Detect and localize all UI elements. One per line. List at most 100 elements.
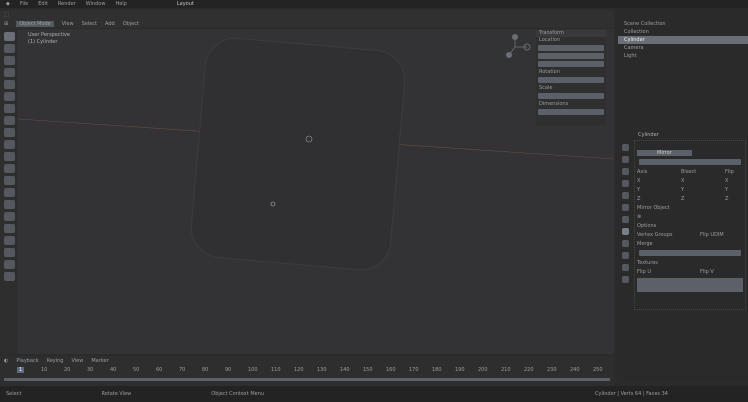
- menu-window[interactable]: Window: [86, 1, 106, 7]
- scene-tab-icon[interactable]: [621, 192, 629, 199]
- merge-checkbox[interactable]: Merge: [637, 241, 653, 247]
- tab-layout[interactable]: Layout: [177, 1, 194, 7]
- knife-tool-icon[interactable]: [3, 188, 15, 197]
- outliner-item[interactable]: Collection: [618, 28, 748, 36]
- rotation-field[interactable]: [538, 77, 604, 83]
- timeline-scrollbar[interactable]: [4, 378, 610, 381]
- menu-render[interactable]: Render: [58, 1, 76, 7]
- menu-keying[interactable]: Keying: [47, 358, 64, 364]
- menu-view[interactable]: View: [62, 21, 74, 27]
- editor-type-icon[interactable]: ⊞: [4, 21, 8, 27]
- data-tab-icon[interactable]: [621, 276, 629, 283]
- blender-logo-icon[interactable]: ◆: [6, 1, 10, 7]
- outliner-item[interactable]: Scene Collection: [618, 20, 748, 28]
- flip-u-checkbox[interactable]: Flip U: [637, 269, 692, 275]
- timeline-tick-label: 90: [225, 367, 232, 373]
- flip-x-toggle[interactable]: X: [725, 178, 728, 184]
- menu-select[interactable]: Select: [82, 21, 97, 27]
- timeline-editor-icon[interactable]: ◐: [4, 358, 8, 364]
- current-frame-indicator[interactable]: 1: [17, 367, 25, 373]
- modifier-name[interactable]: Mirror: [637, 149, 692, 156]
- edge-slide-tool-icon[interactable]: [3, 236, 15, 245]
- poly-build-tool-icon[interactable]: [3, 200, 15, 209]
- flip-z-toggle[interactable]: Z: [725, 196, 728, 202]
- measure-tool-icon[interactable]: [3, 116, 15, 125]
- mirror-modifier-panel: Mirror Axis Bisect Flip X X X Y Y Y Z Z Z Mirror…: [634, 140, 746, 310]
- spin-tool-icon[interactable]: [3, 212, 15, 221]
- smooth-tool-icon[interactable]: [3, 224, 15, 233]
- location-field[interactable]: [538, 45, 604, 51]
- navigation-gizmo[interactable]: [503, 33, 533, 63]
- axis-x-toggle[interactable]: X: [637, 178, 673, 184]
- dimensions-field[interactable]: [538, 109, 604, 115]
- flip-v-checkbox[interactable]: Flip V: [700, 269, 714, 275]
- tool-shelf: [0, 29, 18, 354]
- select-box-icon[interactable]: ⬚: [4, 12, 9, 18]
- menu-object[interactable]: Object: [123, 21, 139, 27]
- flip-y-toggle[interactable]: Y: [725, 187, 728, 193]
- rotate-tool-icon[interactable]: [3, 68, 15, 77]
- object-tab-icon[interactable]: [621, 216, 629, 223]
- menu-marker[interactable]: Marker: [91, 358, 108, 364]
- timeline-tick-label: 230: [547, 367, 557, 373]
- menu-edit[interactable]: Edit: [38, 1, 48, 7]
- rip-tool-icon[interactable]: [3, 272, 15, 281]
- outliner-item-selected[interactable]: Cylinder: [618, 36, 748, 44]
- vertex-groups-checkbox[interactable]: Vertex Groups: [637, 232, 692, 238]
- mirror-object-field[interactable]: ⊗: [637, 214, 641, 220]
- cursor-tool-icon[interactable]: [3, 44, 15, 53]
- add-cube-tool-icon[interactable]: [3, 128, 15, 137]
- loop-cut-tool-icon[interactable]: [3, 176, 15, 185]
- outliner-item[interactable]: Camera: [618, 44, 748, 52]
- status-rotate-view: Rotate View: [101, 391, 132, 397]
- bisect-z-toggle[interactable]: Z: [681, 196, 717, 202]
- physics-tab-icon[interactable]: [621, 252, 629, 259]
- modifier-tab-icon[interactable]: [621, 228, 629, 235]
- location-label: Location: [539, 37, 561, 43]
- annotate-tool-icon[interactable]: [3, 104, 15, 113]
- menu-file[interactable]: File: [20, 1, 28, 7]
- flip-udim-checkbox[interactable]: Flip UDIM: [700, 232, 724, 238]
- transform-tool-icon[interactable]: [3, 92, 15, 101]
- merge-distance-field[interactable]: [639, 250, 741, 256]
- render-tab-icon[interactable]: [621, 156, 629, 163]
- bisect-y-toggle[interactable]: Y: [681, 187, 717, 193]
- timeline-tick-label: 10: [41, 367, 48, 373]
- shear-tool-icon[interactable]: [3, 260, 15, 269]
- axis-z-toggle[interactable]: Z: [637, 196, 673, 202]
- timeline-tick-label: 130: [317, 367, 327, 373]
- timeline-ruler[interactable]: 0102030405060708090100110120130140150160…: [18, 367, 608, 373]
- outliner-item[interactable]: Light: [618, 52, 748, 60]
- shrink-tool-icon[interactable]: [3, 248, 15, 257]
- location-field[interactable]: [538, 53, 604, 59]
- n-panel-tab-header[interactable]: Transform: [536, 30, 606, 37]
- axis-y-toggle[interactable]: Y: [637, 187, 673, 193]
- menu-playback[interactable]: Playback: [16, 358, 38, 364]
- particles-tab-icon[interactable]: [621, 240, 629, 247]
- inset-tool-icon[interactable]: [3, 152, 15, 161]
- extrude-tool-icon[interactable]: [3, 140, 15, 149]
- select-tool-icon[interactable]: [3, 32, 15, 41]
- menu-add[interactable]: Add: [105, 21, 115, 27]
- modifier-apply-row[interactable]: [639, 159, 741, 165]
- menu-help[interactable]: Help: [115, 1, 126, 7]
- scale-field[interactable]: [538, 93, 604, 99]
- bisect-x-toggle[interactable]: X: [681, 178, 717, 184]
- output-tab-icon[interactable]: [621, 168, 629, 175]
- constraints-tab-icon[interactable]: [621, 264, 629, 271]
- rotation-label: Rotation: [539, 69, 560, 75]
- menu-view[interactable]: View: [71, 358, 83, 364]
- bevel-tool-icon[interactable]: [3, 164, 15, 173]
- tool-tab-icon[interactable]: [621, 144, 629, 151]
- timeline-tick-label: 220: [524, 367, 534, 373]
- 3d-viewport[interactable]: User Perspective (1) Cylinder: [18, 29, 614, 354]
- scale-tool-icon[interactable]: [3, 80, 15, 89]
- timeline-tick-label: 50: [133, 367, 140, 373]
- mode-dropdown[interactable]: Object Mode: [16, 20, 54, 27]
- viewport-scene: [18, 37, 614, 271]
- world-tab-icon[interactable]: [621, 204, 629, 211]
- view-layer-tab-icon[interactable]: [621, 180, 629, 187]
- move-tool-icon[interactable]: [3, 56, 15, 65]
- location-field[interactable]: [538, 61, 604, 67]
- uv-offset-field[interactable]: [637, 278, 743, 292]
